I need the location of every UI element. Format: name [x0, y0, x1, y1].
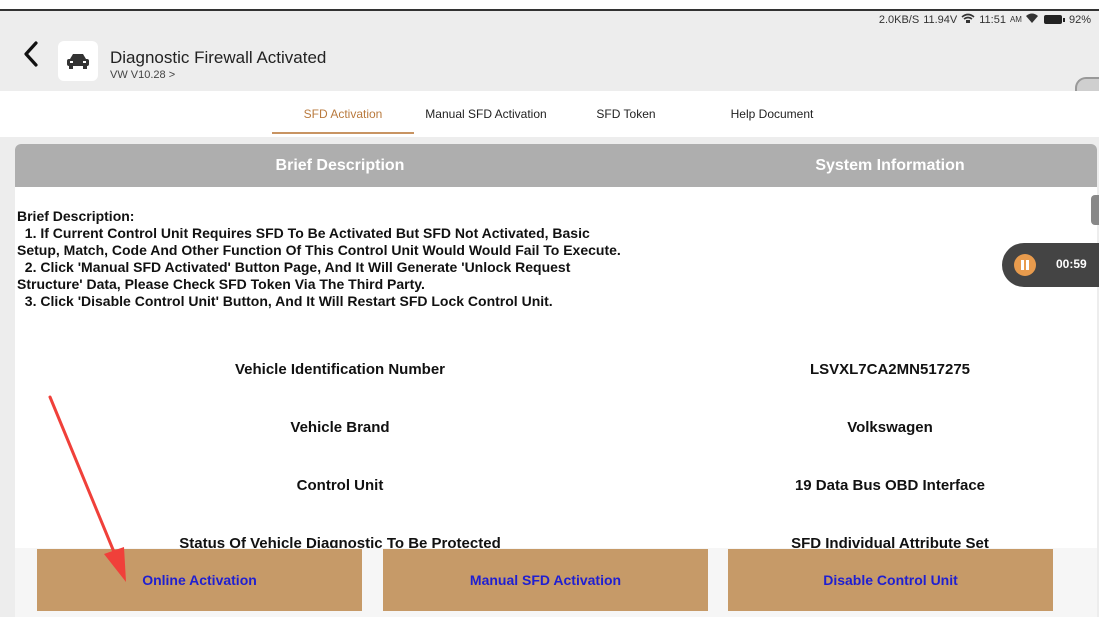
back-button[interactable]	[20, 39, 42, 69]
description-line: 1. If Current Control Unit Requires SFD …	[17, 225, 590, 241]
window-top-edge	[0, 0, 1099, 11]
manual-sfd-activation-button[interactable]: Manual SFD Activation	[383, 549, 708, 611]
page-title: Diagnostic Firewall Activated	[110, 48, 327, 67]
description-line: 2. Click 'Manual SFD Activated' Button P…	[17, 259, 571, 275]
network-speed: 2.0KB/S	[878, 13, 920, 26]
vin-label: Vehicle Identification Number	[234, 361, 446, 378]
recording-timer[interactable]: 00:59	[1002, 243, 1099, 287]
status-bar: 2.0KB/S 11.94V 11:51 AM 92%	[879, 13, 1091, 26]
panel-header: Brief Description System Information	[15, 144, 1097, 187]
brief-description-header: Brief Description	[275, 157, 405, 174]
vehicle-brand-label: Vehicle Brand	[290, 419, 390, 436]
app-header: 2.0KB/S 11.94V 11:51 AM 92% Diagnostic F…	[0, 11, 1099, 103]
battery-icon	[1043, 15, 1065, 24]
content-panel: Brief Description System Information Bri…	[15, 144, 1097, 617]
vehicle-version-link[interactable]: VW V10.28 >	[110, 69, 175, 81]
am-pm: AM	[1009, 15, 1022, 24]
control-unit-label: Control Unit	[296, 477, 384, 494]
tab-manual-sfd-activation[interactable]: Manual SFD Activation	[418, 91, 554, 137]
back-arrow-icon	[24, 41, 38, 67]
vehicle-brand-value: Volkswagen	[847, 419, 933, 436]
description-line: Structure' Data, Please Check SFD Token …	[17, 276, 425, 292]
system-information-header: System Information	[815, 157, 965, 174]
car-wifi-icon	[961, 13, 975, 26]
brief-description-text: Brief Description: 1. If Current Control…	[17, 208, 717, 310]
control-unit-value: 19 Data Bus OBD Interface	[794, 477, 986, 494]
tab-sfd-activation[interactable]: SFD Activation	[272, 91, 414, 137]
vin-value: LSVXL7CA2MN517275	[809, 361, 971, 378]
description-line: Setup, Match, Code And Other Function Of…	[17, 242, 621, 258]
description-line: Brief Description:	[17, 208, 135, 224]
tab-help-document[interactable]: Help Document	[722, 91, 822, 137]
clock: 11:51	[979, 13, 1006, 26]
disable-control-unit-button[interactable]: Disable Control Unit	[728, 549, 1053, 611]
car-icon	[58, 41, 98, 81]
description-line: 3. Click 'Disable Control Unit' Button, …	[17, 293, 553, 309]
wifi-icon	[1025, 13, 1038, 26]
online-activation-button[interactable]: Online Activation	[37, 549, 362, 611]
tab-bar: SFD Activation Manual SFD Activation SFD…	[0, 91, 1099, 137]
side-drawer-tab[interactable]	[1091, 195, 1099, 225]
pause-icon[interactable]	[1014, 254, 1036, 276]
voltage: 11.94V	[923, 13, 958, 26]
battery-level: 92%	[1068, 13, 1091, 26]
timer-value: 00:59	[1056, 257, 1087, 271]
tab-sfd-token[interactable]: SFD Token	[586, 91, 666, 137]
